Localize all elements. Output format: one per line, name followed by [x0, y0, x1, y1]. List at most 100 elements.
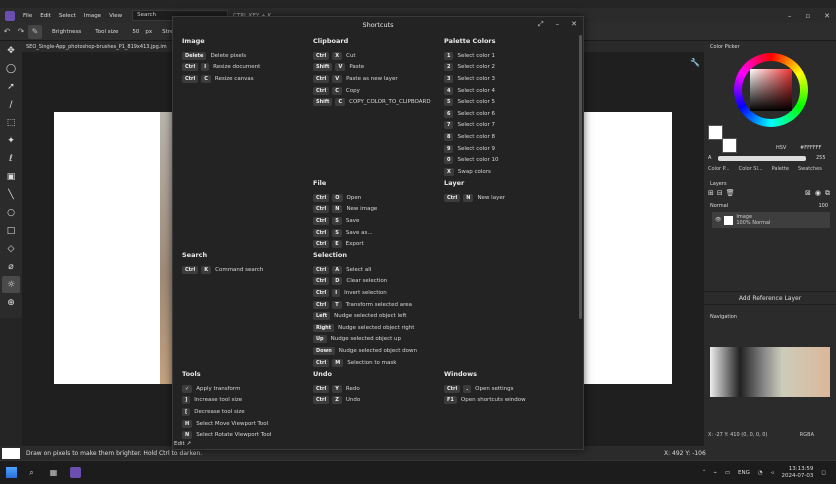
layers-header: Layers [710, 180, 727, 187]
brightness-icon[interactable]: ☼ [2, 276, 20, 293]
minimize-button[interactable]: – [788, 12, 792, 20]
bucket-icon[interactable]: ▣ [2, 168, 20, 185]
window-controls: – ▫ ✕ [788, 8, 830, 23]
key-badge: Ctrl [313, 396, 330, 405]
trash-icon[interactable]: 🗑 [726, 189, 735, 197]
key-badge: O [332, 193, 343, 202]
shortcut-keys: Ctrl T [313, 300, 342, 309]
key-badge: Ctrl [313, 193, 330, 202]
shortcut-row: Ctrl C Copy [313, 85, 431, 97]
shortcut-row: ] Increase tool size [182, 395, 271, 407]
color-mode-select[interactable]: HSV [776, 145, 786, 151]
duplicate-icon[interactable]: ⧉ [825, 189, 830, 198]
alpha-slider[interactable] [718, 156, 806, 161]
edit-shortcuts-link[interactable]: Edit ↗ [174, 441, 191, 447]
dialog-close-button[interactable]: ✕ [571, 20, 577, 29]
tab-color-sliders[interactable]: Color Sl... [739, 166, 763, 172]
shortcut-label: Nudge selected object down [338, 347, 417, 354]
layer-info: 100% Normal [736, 220, 771, 226]
blend-mode-select[interactable]: Normal [710, 203, 728, 209]
section-file: File Ctrl O Open Ctrl N New image Ctrl S Save Ctrl… [313, 179, 377, 250]
tool-size-input[interactable]: 50 [132, 29, 139, 35]
menu-file[interactable]: File [23, 13, 32, 19]
lock-icon[interactable]: ⊠ [805, 189, 811, 198]
hex-input[interactable]: #FFFFFF [800, 145, 821, 151]
mask-icon[interactable]: ◉ [815, 189, 821, 198]
usb-icon[interactable]: ⌁ [714, 470, 717, 476]
menu-image[interactable]: Image [84, 13, 101, 19]
eye-icon[interactable]: 👁 [715, 217, 721, 223]
navigator-preview[interactable] [710, 347, 830, 397]
new-folder-icon[interactable]: ⊟ [717, 189, 723, 197]
new-layer-icon[interactable]: ⊞ [708, 189, 714, 197]
shortcut-keys: H [182, 419, 193, 428]
key-badge: Ctrl [313, 216, 330, 225]
close-button[interactable]: ✕ [824, 12, 830, 20]
lasso-icon[interactable]: ◯ [2, 60, 20, 77]
key-badge: Ctrl [182, 63, 199, 72]
menu-edit[interactable]: Edit [40, 13, 51, 19]
tool-size-unit: px [145, 28, 153, 35]
key-badge: T [332, 300, 342, 309]
eyedropper-icon[interactable]: ⌀ [2, 258, 20, 275]
lang-indicator[interactable]: ENG [738, 470, 750, 476]
key-badge: ] [182, 396, 191, 405]
maximize-button[interactable]: ▫ [805, 12, 810, 20]
wifi-icon[interactable]: ◔ [758, 470, 763, 476]
shortcut-label: Save [345, 217, 360, 224]
zoom-icon[interactable]: ⊕ [2, 294, 20, 311]
tab-color-picker[interactable]: Color P... [708, 166, 730, 172]
brightness-tool-icon[interactable]: ✎ [28, 24, 42, 39]
secondary-color-swatch[interactable] [722, 138, 737, 153]
shortcut-label: Clear selection [346, 278, 388, 285]
key-badge: 5 [444, 98, 454, 107]
tab-palette[interactable]: Palette [772, 166, 789, 172]
section-title-selection: Selection [313, 251, 348, 259]
dialog-scrollbar[interactable] [579, 35, 582, 319]
marquee-icon[interactable]: ⬚ [2, 114, 20, 131]
tab-swatches[interactable]: Swatches [798, 166, 822, 172]
shortcut-keys: 2 [444, 63, 454, 72]
section-title-layer: Layer [444, 179, 465, 187]
primary-color-swatch[interactable] [708, 125, 723, 140]
key-badge: K [201, 265, 212, 274]
pin-icon[interactable]: ⤢ [538, 20, 544, 29]
menu-view[interactable]: View [109, 13, 122, 19]
store-icon[interactable]: ▦ [48, 467, 59, 478]
shortcut-keys: Ctrl N [444, 193, 474, 202]
battery-icon[interactable]: ▭ [725, 470, 730, 476]
section-search: Search Ctrl K Command search [182, 251, 263, 276]
pointer-icon[interactable]: ➚ [2, 78, 20, 95]
lasso-select-icon[interactable]: ℓ [2, 150, 20, 167]
undo-icon[interactable]: ↶ [0, 25, 14, 39]
saturation-value-square[interactable] [750, 69, 792, 111]
chevron-up-icon[interactable]: ˄ [703, 470, 706, 476]
volume-icon[interactable]: ◃ [771, 470, 774, 476]
key-badge: Left [313, 312, 331, 321]
windows-start-icon[interactable] [6, 467, 17, 478]
redo-icon[interactable]: ↷ [14, 25, 28, 39]
layer-opacity[interactable]: 100 [818, 203, 828, 209]
ellipse-icon[interactable]: ○ [2, 204, 20, 221]
alpha-value[interactable]: 255 [816, 155, 826, 161]
eraser-icon[interactable]: ◇ [2, 240, 20, 257]
wrench-icon[interactable]: 🔧 [690, 58, 700, 67]
move-icon[interactable]: ✥ [2, 42, 20, 59]
shortcut-label: Select color 7 [457, 122, 495, 129]
layer-row[interactable]: 👁 Image 100% Normal [712, 212, 830, 228]
menu-select[interactable]: Select [59, 13, 76, 19]
color-wheel[interactable] [734, 53, 808, 127]
line-icon[interactable]: ╲ [2, 186, 20, 203]
rectangle-icon[interactable]: □ [2, 222, 20, 239]
app-taskbar-icon[interactable] [70, 467, 81, 478]
notifications-icon[interactable]: ◻ [821, 470, 826, 476]
dialog-minimize-button[interactable]: – [556, 20, 560, 29]
add-reference-layer-button[interactable]: Add Reference Layer [704, 291, 836, 305]
shortcut-label: Select Move Viewport Tool [196, 420, 269, 427]
magic-wand-icon[interactable]: ✦ [2, 132, 20, 149]
brush-icon[interactable]: ∕ [2, 96, 20, 113]
key-badge: 8 [444, 132, 454, 141]
search-icon[interactable]: ⌕ [26, 467, 37, 478]
clock[interactable]: 13:13:59 2024-07-03 [781, 466, 813, 480]
dialog-title: Shortcuts [362, 20, 394, 29]
